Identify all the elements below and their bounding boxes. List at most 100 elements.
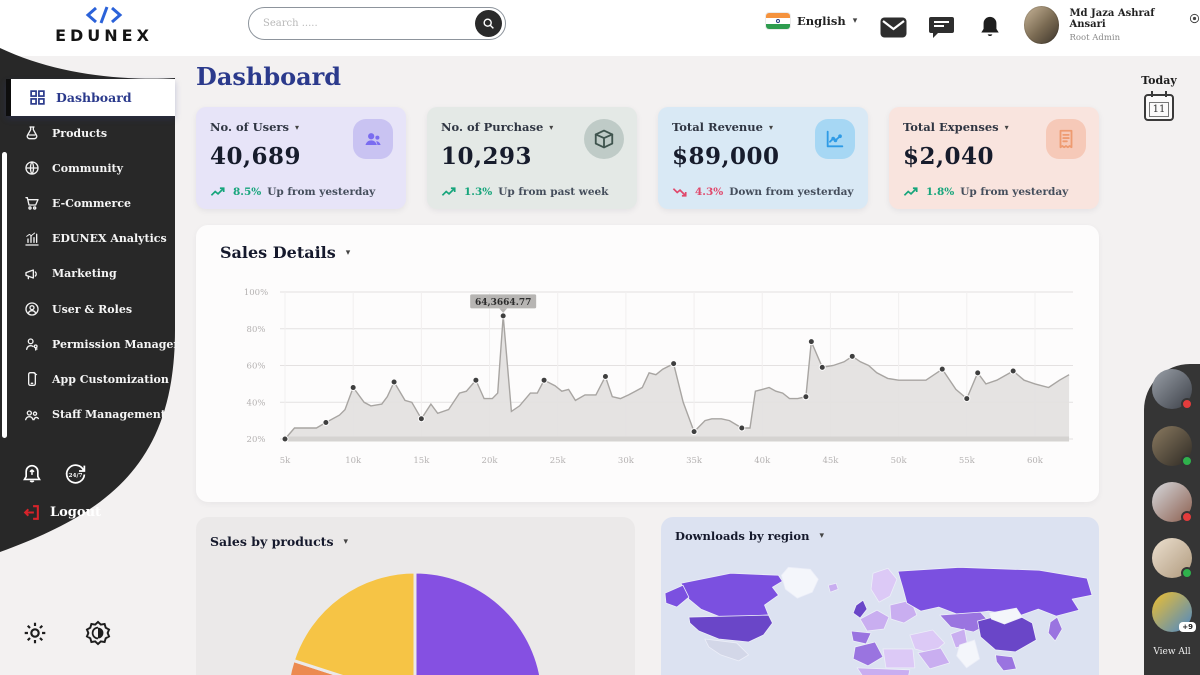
trend-down-icon bbox=[672, 186, 689, 198]
status-online-dot bbox=[1181, 455, 1193, 467]
sidebar-item-community[interactable]: Community bbox=[0, 153, 175, 183]
pie-slice-yellow bbox=[293, 572, 415, 675]
sidebar-item-edunex-analytics[interactable]: EDUNEX Analytics bbox=[0, 224, 175, 254]
sidebar-item-marketing[interactable]: Marketing bbox=[0, 259, 175, 289]
notifications-button[interactable] bbox=[975, 12, 1005, 42]
settings-button[interactable] bbox=[22, 620, 48, 646]
user-avatar bbox=[1024, 6, 1059, 44]
language-selector[interactable]: English ▾ bbox=[766, 13, 857, 29]
calendar-icon: 11 bbox=[1144, 94, 1174, 121]
svg-text:10k: 10k bbox=[345, 456, 362, 466]
page-title: Dashboard bbox=[196, 62, 341, 91]
stat-cards: No. of Users ▾ 40,689 8.5% Up from yeste… bbox=[196, 107, 1099, 209]
stat-label: Total Revenue bbox=[672, 120, 763, 134]
svg-text:60%: 60% bbox=[247, 362, 266, 372]
downloads-by-region-card: Downloads by region ▾ bbox=[661, 517, 1099, 675]
bell-up-icon bbox=[22, 463, 42, 485]
caret-down-icon: ▾ bbox=[769, 122, 773, 132]
chevron-down-icon: ▾ bbox=[853, 16, 858, 26]
world-map[interactable] bbox=[661, 547, 1099, 675]
sidebar-item-products[interactable]: Products bbox=[0, 118, 175, 148]
search-button[interactable] bbox=[475, 10, 502, 37]
view-all-link[interactable]: View All bbox=[1144, 647, 1200, 657]
sidebar-item-label: Products bbox=[52, 127, 107, 140]
stat-card-total-expenses: Total Expenses ▾ $2,040 1.8% Up from yes… bbox=[889, 107, 1099, 209]
sidebar-item-app-customization[interactable]: App Customization bbox=[0, 364, 175, 394]
more-avatars-badge: +9 bbox=[1179, 622, 1196, 632]
svg-text:40k: 40k bbox=[754, 456, 771, 466]
search-bar bbox=[248, 7, 506, 40]
sidebar-item-user-roles[interactable]: User & Roles bbox=[0, 294, 175, 324]
caret-down-icon: ▾ bbox=[295, 122, 299, 132]
status-online-dot bbox=[1181, 567, 1193, 579]
user-menu[interactable]: Md Jaza Ashraf Ansari Root Admin bbox=[1024, 6, 1200, 44]
sidebar-item-staff-management[interactable]: Staff Management bbox=[0, 400, 175, 430]
calendar-date: 11 bbox=[1149, 102, 1170, 117]
cart-icon bbox=[24, 195, 40, 211]
package-icon bbox=[584, 119, 624, 159]
sidebar-item-label: Staff Management bbox=[52, 408, 166, 421]
svg-text:15k: 15k bbox=[413, 456, 430, 466]
search-input[interactable] bbox=[249, 18, 475, 29]
downloads-by-region-title[interactable]: Downloads by region ▾ bbox=[675, 529, 824, 543]
sales-details-title[interactable]: Sales Details ▾ bbox=[220, 243, 350, 262]
stat-card-total-revenue: Total Revenue ▾ $89,000 4.3% Down from y… bbox=[658, 107, 868, 209]
search-icon bbox=[482, 17, 495, 30]
sidebar-item-e-commerce[interactable]: E-Commerce bbox=[0, 188, 175, 218]
logout-button[interactable]: Logout bbox=[22, 503, 101, 522]
stat-trend: 8.5% Up from yesterday bbox=[210, 186, 375, 198]
team-avatar[interactable] bbox=[1152, 369, 1192, 409]
sidebar-item-label: EDUNEX Analytics bbox=[52, 232, 167, 245]
svg-text:50k: 50k bbox=[891, 456, 908, 466]
megaphone-icon bbox=[24, 266, 40, 282]
sidebar-item-permission-manager[interactable]: Permission Manager bbox=[0, 329, 175, 359]
stat-trend: 4.3% Down from yesterday bbox=[672, 186, 854, 198]
user-role: Root Admin bbox=[1069, 33, 1200, 43]
stat-trend: 1.8% Up from yesterday bbox=[903, 186, 1068, 198]
sidebar-item-label: Permission Manager bbox=[52, 338, 179, 351]
team-avatar[interactable] bbox=[1152, 538, 1192, 578]
bell-icon bbox=[979, 15, 1001, 39]
sidebar-notification-button[interactable] bbox=[22, 463, 42, 485]
logout-label: Logout bbox=[50, 505, 101, 520]
receipt-icon bbox=[1046, 119, 1086, 159]
users-group-icon bbox=[353, 119, 393, 159]
sidebar-item-label: App Customization bbox=[52, 373, 169, 386]
sales-pie-chart[interactable] bbox=[196, 517, 635, 675]
status-busy-dot bbox=[1181, 511, 1193, 523]
svg-text:24/7: 24/7 bbox=[68, 473, 82, 479]
team-avatar[interactable] bbox=[1152, 482, 1192, 522]
logout-icon bbox=[22, 503, 41, 522]
status-busy-dot bbox=[1181, 398, 1193, 410]
trend-up-icon bbox=[903, 186, 920, 198]
chart-tooltip: 64,3664.77 bbox=[470, 294, 536, 313]
sales-area-chart[interactable]: 100%80%60%40%20%5k10k15k20k25k30k35k40k4… bbox=[216, 283, 1079, 488]
india-flag-icon bbox=[766, 13, 790, 29]
svg-text:80%: 80% bbox=[247, 325, 266, 335]
stat-delta: 8.5% bbox=[233, 186, 261, 198]
support-24-7-icon: 24/7 bbox=[64, 463, 87, 486]
svg-text:64,3664.77: 64,3664.77 bbox=[475, 298, 531, 308]
team-avatar[interactable] bbox=[1152, 426, 1192, 466]
stat-trend: 1.3% Up from past week bbox=[441, 186, 608, 198]
stat-label: Total Expenses bbox=[903, 120, 999, 134]
support-button[interactable]: 24/7 bbox=[64, 463, 87, 486]
gear-icon bbox=[22, 620, 48, 646]
sidebar-scrollbar[interactable] bbox=[2, 152, 7, 438]
grid-icon bbox=[29, 89, 46, 106]
users-icon bbox=[24, 407, 40, 423]
chat-button[interactable] bbox=[926, 12, 956, 42]
sidebar-item-label: User & Roles bbox=[52, 303, 132, 316]
theme-toggle-button[interactable] bbox=[85, 620, 111, 646]
language-label: English bbox=[797, 14, 846, 28]
today-widget[interactable]: Today 11 bbox=[1128, 74, 1190, 121]
sales-details-title-text: Sales Details bbox=[220, 243, 336, 262]
sidebar-item-dashboard[interactable]: Dashboard bbox=[6, 79, 175, 116]
mail-button[interactable] bbox=[878, 12, 908, 42]
stat-delta: 1.8% bbox=[926, 186, 954, 198]
stat-label: No. of Users bbox=[210, 120, 289, 134]
team-avatar[interactable]: +9 bbox=[1152, 592, 1192, 632]
stat-delta-text: Up from past week bbox=[498, 186, 608, 198]
svg-text:20k: 20k bbox=[482, 456, 499, 466]
sidebar-item-label: E-Commerce bbox=[52, 197, 131, 210]
